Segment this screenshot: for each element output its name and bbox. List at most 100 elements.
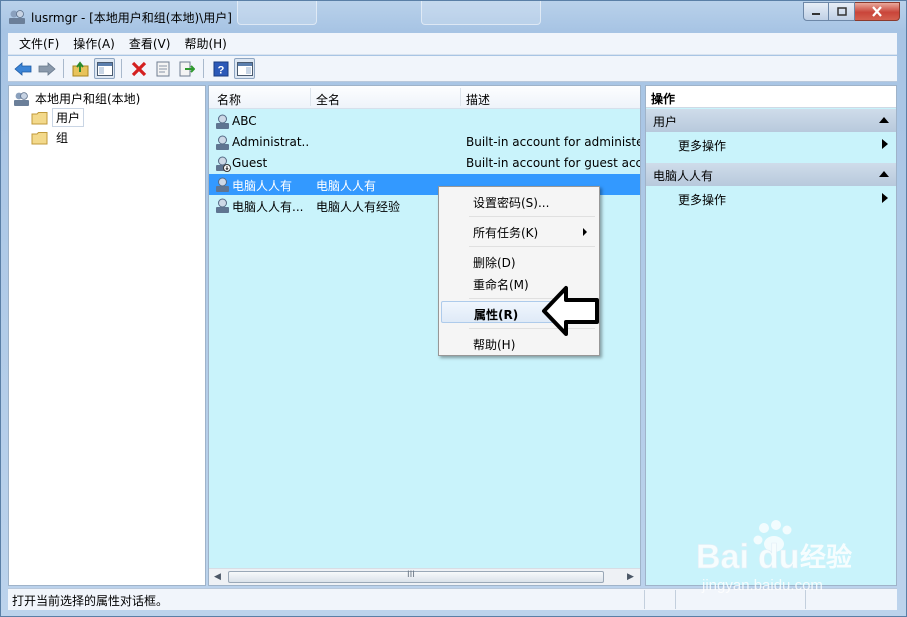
watermark-suffix: 经验 [800,542,852,573]
toolbar-separator [63,59,64,78]
actions-pane: 操作 用户 更多操作 电脑人人有 更多操作 [645,85,897,586]
left-arrow-annotation-icon [542,286,599,336]
title-bar[interactable]: lusrmgr - [本地用户和组(本地)\用户] [1,1,906,32]
more-actions-item[interactable]: 更多操作 [646,134,896,154]
more-actions-label: 更多操作 [678,139,727,153]
cell-name: 电脑人人有 [232,179,293,193]
maximize-button[interactable] [829,2,855,21]
horizontal-scrollbar[interactable]: ◀ III ▶ [209,568,640,585]
disabled-user-icon [216,156,231,172]
more-actions-item[interactable]: 更多操作 [646,188,896,208]
user-icon [216,198,229,213]
tree-root[interactable]: 本地用户和组(本地) [13,90,140,107]
maximize-icon [836,7,847,16]
menu-bar: 文件(F) 操作(A) 查看(V) 帮助(H) [8,33,897,55]
folder-icon [31,131,48,144]
cell-name: Administrat... [232,135,310,149]
menu-item-label: 属性(R) [474,308,519,322]
actions-group-label: 用户 [653,115,678,129]
scroll-right-icon[interactable]: ▶ [627,572,634,582]
delete-button[interactable] [128,58,149,79]
more-actions-label: 更多操作 [678,193,727,207]
menu-help[interactable]: 帮助(H) [177,33,233,54]
toolbar: ? [8,56,897,82]
tree-pane: 本地用户和组(本地) 用户 组 [8,85,206,586]
actions-group-selected-user[interactable]: 电脑人人有 [646,163,896,186]
action-pane-icon [236,61,253,76]
submenu-arrow-icon [882,193,888,203]
menu-item-set-password[interactable]: 设置密码(S)... [441,190,597,212]
menu-item-label: 设置密码(S)... [473,196,550,210]
forward-button[interactable] [36,58,57,79]
table-row[interactable]: ABC [209,111,640,132]
menu-separator [469,216,595,217]
watermark-url: jingyan.baidu.com [701,577,823,594]
back-arrow-icon [13,61,31,76]
tree-item-users[interactable]: 用户 [31,108,85,127]
baidu-jingyan-watermark: Bai du 经验 jingyan.baidu.com [688,518,888,598]
up-folder-icon [72,60,88,76]
cell-fullname: 电脑人人有经验 [316,200,401,214]
status-divider [675,590,676,609]
menu-action[interactable]: 操作(A) [66,33,122,54]
cell-fullname: 电脑人人有 [316,179,377,193]
export-list-button[interactable] [176,58,197,79]
menu-item-label: 删除(D) [473,256,516,270]
back-button[interactable] [12,58,33,79]
show-hide-tree-button[interactable] [94,58,115,79]
forward-arrow-icon [38,61,56,76]
minimize-button[interactable] [803,2,829,21]
svg-text:?: ? [217,64,224,76]
user-icon [216,135,229,150]
watermark-brand-2: du [758,538,800,576]
user-icon [216,177,229,192]
cell-description: Built-in account for administer [466,135,640,149]
actions-group-label: 电脑人人有 [653,169,714,183]
users-group-icon [14,91,29,106]
collapse-up-icon[interactable] [879,117,889,123]
show-hide-tree-icon [96,61,113,76]
properties-button[interactable] [152,58,173,79]
cell-description: Built-in account for guest acce [466,156,640,170]
scroll-grip: III [407,570,415,580]
users-app-icon [9,10,25,24]
submenu-arrow-icon [882,139,888,149]
actions-group-users[interactable]: 用户 [646,109,896,132]
menu-separator [469,246,595,247]
cell-name: ABC [232,114,257,128]
user-icon [216,114,229,129]
cell-name: Guest [232,156,268,170]
cell-name: 电脑人人有... [232,200,304,214]
column-header-name[interactable]: 名称 [217,91,241,108]
toolbar-separator [121,59,122,78]
scroll-left-icon[interactable]: ◀ [214,572,221,582]
up-one-level-button[interactable] [70,58,91,79]
column-header-fullname[interactable]: 全名 [316,91,340,108]
background-window-ghost [237,1,317,25]
scrollbar-thumb[interactable]: III [228,570,604,583]
menu-item-delete[interactable]: 删除(D) [441,250,597,272]
column-header-row: 名称 全名 描述 [209,86,640,109]
menu-view[interactable]: 查看(V) [122,33,178,54]
status-divider [644,590,645,609]
properties-icon [156,61,169,76]
table-row[interactable]: Administrat... Built-in account for admi… [209,132,640,153]
menu-item-all-tasks[interactable]: 所有任务(K) [441,220,597,242]
column-divider[interactable] [310,88,311,106]
window-title: lusrmgr - [本地用户和组(本地)\用户] [31,11,232,25]
menu-file[interactable]: 文件(F) [12,33,66,54]
table-row[interactable]: Guest Built-in account for guest acce [209,153,640,174]
background-window-ghost [421,1,541,25]
column-divider[interactable] [460,88,461,106]
column-header-description[interactable]: 描述 [466,91,490,108]
tree-item-groups[interactable]: 组 [31,129,68,146]
tree-item-label: 用户 [52,108,85,127]
tree-root-label: 本地用户和组(本地) [35,92,141,106]
show-hide-action-pane-button[interactable] [234,58,255,79]
close-button[interactable] [855,2,900,21]
collapse-up-icon[interactable] [879,171,889,177]
menu-item-label: 所有任务(K) [473,226,539,240]
submenu-arrow-icon [583,228,587,236]
help-button[interactable]: ? [210,58,231,79]
status-text: 打开当前选择的属性对话框。 [12,594,169,608]
